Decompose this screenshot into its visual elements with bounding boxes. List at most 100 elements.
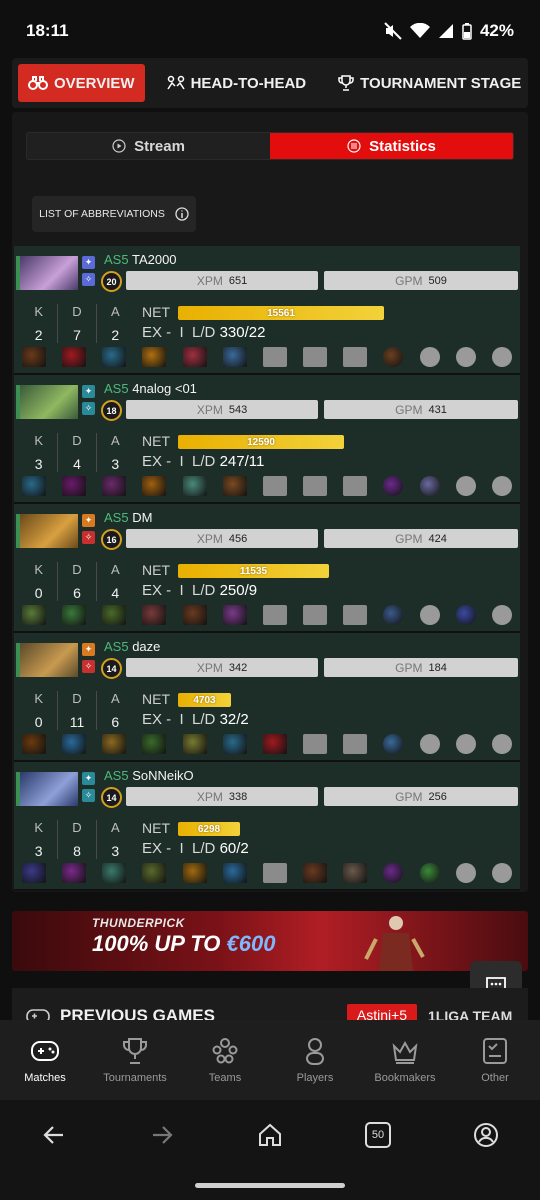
nav-teams[interactable]: Teams [180, 1020, 270, 1100]
empty-item-slot [303, 605, 328, 625]
hero-level-badge: 18 [101, 400, 122, 421]
items-row [22, 347, 512, 367]
ld-label: L/D [192, 453, 216, 470]
item-icon[interactable] [22, 734, 46, 754]
item-icon[interactable] [383, 605, 404, 625]
item-icon[interactable] [182, 863, 207, 883]
player-row[interactable]: ✦ ✧ 20 AS5 TA2000 XPM 651 GPM 509 K2 D7 A2… [14, 246, 520, 375]
player-row[interactable]: ✦ ✧ 14 AS5 SoNNeikO XPM 338 GPM 256 K3 D8 … [14, 762, 520, 891]
empty-item-slot [303, 734, 328, 754]
nav-players[interactable]: Players [270, 1020, 360, 1100]
player-row[interactable]: ✦ ✧ 14 AS5 daze XPM 342 GPM 184 K0 D 11 A6 … [14, 633, 520, 762]
item-icon[interactable] [22, 476, 46, 496]
item-icon[interactable] [22, 347, 46, 367]
player-row[interactable]: ✦ ✧ 16 AS5 DM XPM 456 GPM 424 K0 D6 A4 NET… [14, 504, 520, 633]
item-icon[interactable] [383, 347, 404, 367]
net-worth-bar: 4703 [178, 693, 231, 707]
battery-percent: 42% [479, 21, 514, 40]
tab-tournament-stage[interactable]: TOURNAMENT STAGE [328, 64, 531, 102]
nav-players-label: Players [296, 1072, 334, 1084]
item-icon[interactable] [102, 347, 127, 367]
kda-block: K2 D7 A2 [20, 304, 134, 343]
account-icon[interactable] [473, 1122, 499, 1148]
nav-other[interactable]: Other [450, 1020, 540, 1100]
tabs-counter[interactable]: 50 [365, 1122, 391, 1148]
abbreviations-button[interactable]: LIST OF ABBREVIATIONS [32, 196, 196, 232]
kills-col: K3 [20, 433, 59, 472]
nav-matches[interactable]: Matches [0, 1020, 90, 1100]
item-icon[interactable] [62, 605, 87, 625]
abbreviations-label: LIST OF ABBREVIATIONS [39, 208, 165, 220]
item-icon[interactable] [383, 734, 404, 754]
stream-button[interactable]: Stream [27, 133, 270, 159]
item-icon[interactable] [142, 863, 167, 883]
nav-tournaments[interactable]: Tournaments [90, 1020, 180, 1100]
item-icon[interactable] [419, 476, 440, 496]
item-icon[interactable] [222, 863, 247, 883]
statistics-button[interactable]: Statistics [270, 133, 513, 159]
item-icon[interactable] [142, 476, 167, 496]
xpm-label: XPM [196, 273, 223, 288]
tab-head-to-head-label: HEAD-TO-HEAD [190, 74, 307, 92]
ex-label: EX - [142, 453, 172, 470]
role-icon: ✦ [82, 256, 95, 269]
player-name[interactable]: AS5 TA2000 [104, 252, 177, 267]
tab-overview[interactable]: OVERVIEW [18, 64, 145, 102]
player-row[interactable]: ✦ ✧ 18 AS5 4nalog <01 XPM 543 GPM 431 K3 D… [14, 375, 520, 504]
net-worth-value: 4703 [193, 694, 216, 706]
item-icon[interactable] [142, 347, 167, 367]
item-icon[interactable] [383, 863, 404, 883]
item-icon[interactable] [62, 347, 87, 367]
back-icon[interactable] [41, 1122, 67, 1148]
item-icon[interactable] [343, 863, 368, 883]
ad-brand: THUNDERPICK [92, 916, 185, 930]
item-icon[interactable] [182, 476, 207, 496]
nav-bookmakers-label: Bookmakers [374, 1072, 436, 1084]
empty-neutral-slot [455, 863, 476, 883]
item-icon[interactable] [102, 863, 127, 883]
nav-bookmakers[interactable]: Bookmakers [360, 1020, 450, 1100]
item-icon[interactable] [142, 605, 167, 625]
item-icon[interactable] [62, 476, 87, 496]
item-icon[interactable] [222, 476, 247, 496]
deaths-value: 11 [69, 714, 85, 730]
tab-head-to-head[interactable]: HEAD-TO-HEAD [157, 64, 317, 102]
player-name[interactable]: AS5 4nalog <01 [104, 381, 197, 396]
item-icon[interactable] [222, 734, 247, 754]
item-icon[interactable] [419, 863, 440, 883]
player-name[interactable]: AS5 daze [104, 639, 160, 654]
item-icon[interactable] [383, 476, 404, 496]
other-icon [483, 1038, 507, 1064]
item-icon[interactable] [22, 863, 46, 883]
ad-banner[interactable]: THUNDERPICK 100% UP TO €600 [12, 911, 528, 971]
team-icon [212, 1038, 238, 1064]
assists-value: 2 [111, 327, 120, 343]
separator: I [179, 711, 184, 728]
home-icon[interactable] [257, 1122, 283, 1148]
item-icon[interactable] [222, 605, 247, 625]
item-icon[interactable] [22, 605, 46, 625]
forward-icon[interactable] [149, 1122, 175, 1148]
item-icon[interactable] [142, 734, 167, 754]
item-icon[interactable] [102, 476, 127, 496]
item-icon[interactable] [102, 605, 127, 625]
item-icon[interactable] [455, 605, 476, 625]
item-icon[interactable] [102, 734, 127, 754]
item-icon[interactable] [62, 863, 87, 883]
stream-label: Stream [134, 137, 185, 155]
player-name[interactable]: AS5 DM [104, 510, 152, 525]
item-icon[interactable] [182, 734, 207, 754]
item-icon[interactable] [182, 347, 207, 367]
empty-neutral-slot [419, 734, 440, 754]
last-hits-denies: 247/11 [219, 453, 265, 470]
ad-hero-image [364, 916, 425, 971]
hero-level-badge: 20 [101, 271, 122, 292]
item-icon[interactable] [262, 734, 287, 754]
player-name[interactable]: AS5 SoNNeikO [104, 768, 194, 783]
item-icon[interactable] [182, 605, 207, 625]
empty-neutral-slot [455, 734, 476, 754]
binoculars-icon [28, 76, 48, 90]
item-icon[interactable] [222, 347, 247, 367]
item-icon[interactable] [62, 734, 87, 754]
item-icon[interactable] [303, 863, 328, 883]
